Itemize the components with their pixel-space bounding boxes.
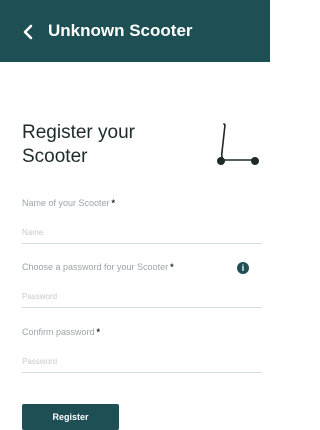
password-label-text: Choose a password for your Scooter xyxy=(22,262,169,272)
required-mark: * xyxy=(96,327,101,337)
password-input[interactable] xyxy=(22,286,262,308)
chevron-left-icon xyxy=(23,24,33,40)
confirm-password-label-text: Confirm password xyxy=(22,327,95,337)
back-button[interactable] xyxy=(18,22,38,42)
app-header: Unknown Scooter xyxy=(0,0,270,62)
confirm-password-label: Confirm password * xyxy=(22,327,100,337)
scooter-icon xyxy=(217,123,259,165)
required-mark: * xyxy=(111,198,116,208)
required-mark: * xyxy=(170,262,174,272)
scooter-name-input[interactable] xyxy=(22,222,262,244)
scooter-name-label: Name of your Scooter * xyxy=(22,198,115,208)
form-heading: Register your Scooter xyxy=(22,122,135,167)
info-icon[interactable]: i xyxy=(237,262,249,274)
page-title: Unknown Scooter xyxy=(48,21,193,40)
confirm-password-input[interactable] xyxy=(22,351,262,373)
register-button[interactable]: Register xyxy=(22,404,119,430)
password-label: Choose a password for your Scooter * xyxy=(22,262,174,272)
scooter-name-label-text: Name of your Scooter xyxy=(22,198,110,208)
